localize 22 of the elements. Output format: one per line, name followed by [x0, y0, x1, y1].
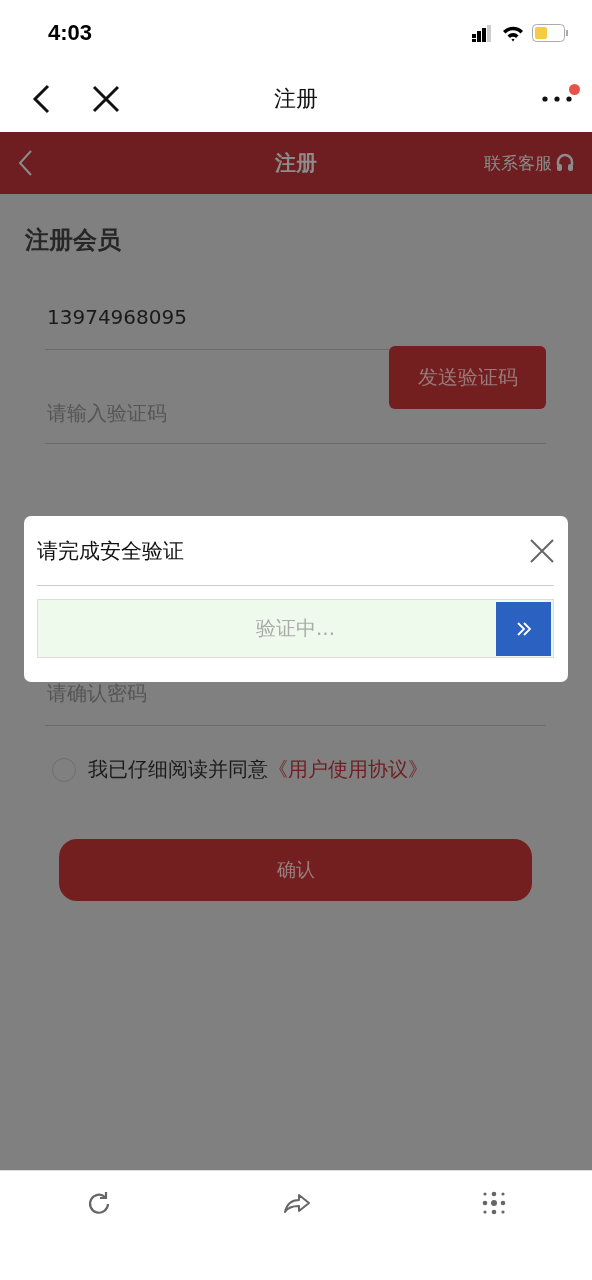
- battery-icon: [532, 24, 568, 42]
- signal-icon: [472, 24, 494, 42]
- slider-handle[interactable]: [496, 602, 551, 656]
- send-code-button[interactable]: 发送验证码: [389, 346, 546, 409]
- headset-icon: [556, 153, 574, 173]
- form-heading: 注册会员: [25, 225, 122, 256]
- agreement-text: 我已仔细阅读并同意《用户使用协议》: [88, 756, 428, 783]
- customer-service-link[interactable]: 联系客服: [484, 151, 574, 175]
- close-icon[interactable]: [92, 85, 120, 113]
- user-agreement-link[interactable]: 《用户使用协议》: [268, 757, 428, 781]
- apps-icon[interactable]: [482, 1191, 507, 1215]
- share-icon[interactable]: [283, 1191, 311, 1215]
- double-chevron-icon: [515, 621, 532, 637]
- status-time: 4:03: [48, 20, 93, 46]
- wifi-icon: [502, 24, 524, 42]
- nav-title: 注册: [274, 85, 318, 113]
- confirm-button[interactable]: 确认: [59, 839, 532, 901]
- back-icon[interactable]: [32, 84, 50, 114]
- dialog-title: 请完成安全验证: [37, 537, 184, 565]
- phone-field[interactable]: 13974968095: [45, 305, 349, 329]
- header-title: 注册: [275, 150, 317, 177]
- slider-status: 验证中...: [255, 615, 336, 642]
